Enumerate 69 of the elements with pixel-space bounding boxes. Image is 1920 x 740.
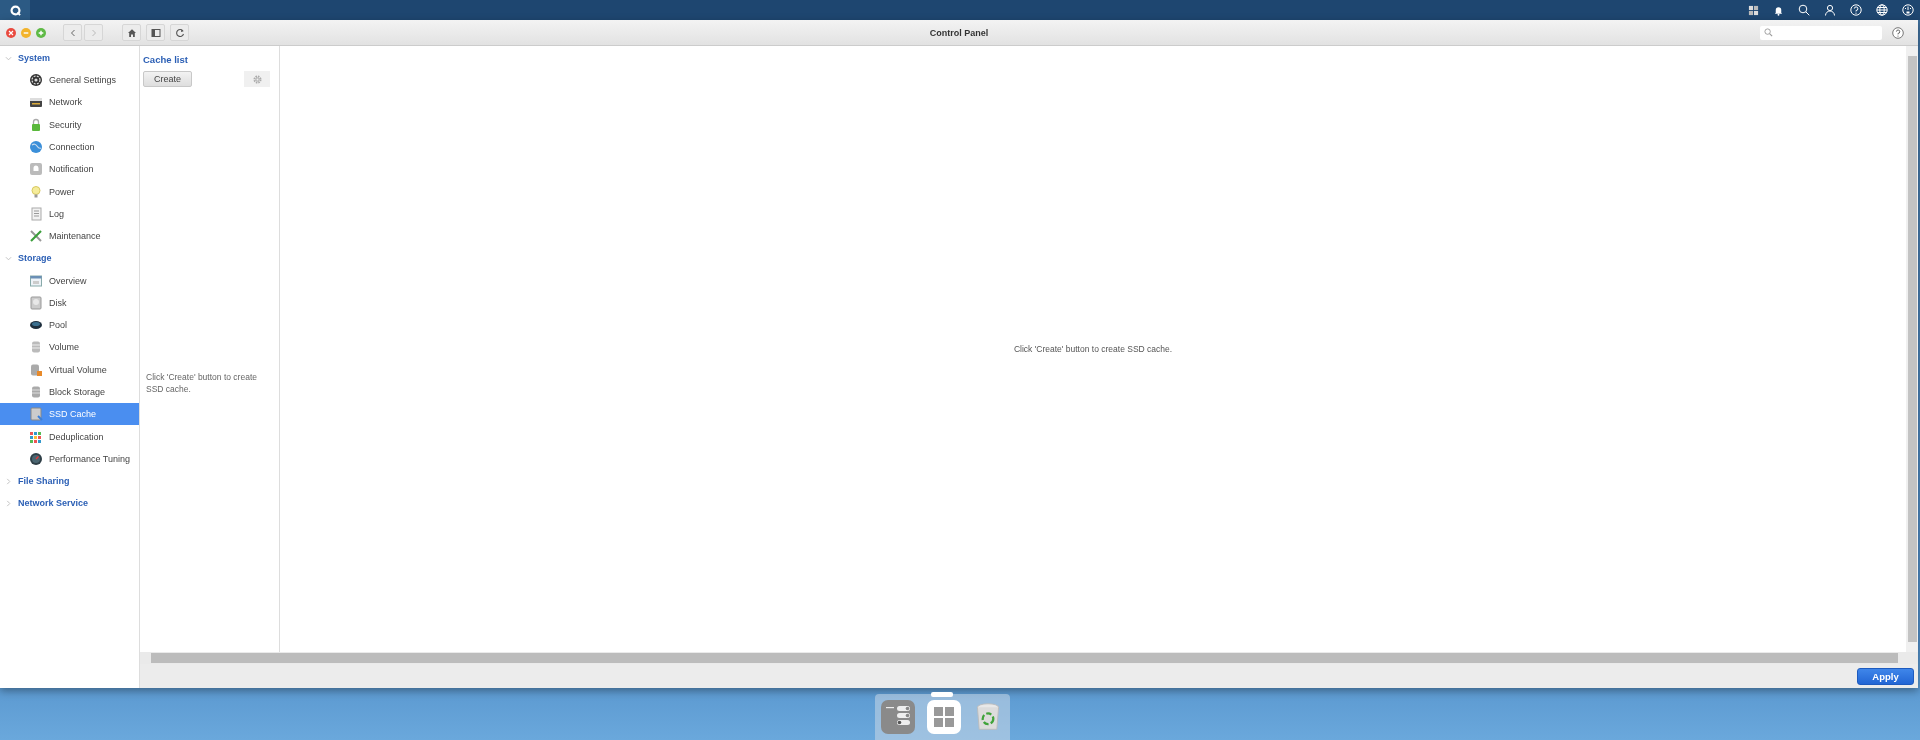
window-icon bbox=[29, 273, 43, 288]
sidebar-item[interactable]: Connection bbox=[0, 135, 139, 159]
maximize-icon[interactable] bbox=[36, 27, 46, 38]
network-device-icon bbox=[29, 95, 43, 110]
home-icon bbox=[126, 27, 137, 38]
toggle-switches-icon[interactable] bbox=[881, 700, 915, 734]
chevron-down-icon[interactable] bbox=[5, 54, 12, 62]
vertical-scrollbar[interactable] bbox=[1906, 46, 1918, 652]
sidebar-item[interactable]: Block Storage bbox=[0, 380, 139, 404]
sidebar-item[interactable]: Virtual Volume bbox=[0, 358, 139, 381]
apply-button[interactable]: Apply bbox=[1857, 667, 1914, 685]
database-icon bbox=[29, 340, 43, 355]
sidebar-item[interactable]: Disk bbox=[0, 291, 139, 314]
database-icon bbox=[29, 385, 43, 399]
document-icon bbox=[29, 206, 43, 221]
sidebar-item[interactable]: Deduplication bbox=[0, 425, 139, 448]
panel-title: Cache list bbox=[142, 53, 189, 65]
light-bulb-icon bbox=[29, 184, 43, 199]
sidebar-item[interactable]: Log bbox=[0, 202, 139, 226]
grid-app-icon[interactable] bbox=[927, 700, 961, 734]
chevron-down-icon[interactable] bbox=[5, 254, 12, 262]
globe-icon[interactable] bbox=[1876, 4, 1888, 16]
window-title: Control Panel bbox=[929, 27, 989, 38]
padlock-icon bbox=[29, 117, 43, 132]
search-icon bbox=[1764, 28, 1773, 37]
home-button[interactable] bbox=[122, 24, 141, 41]
sidebar-item[interactable]: Volume bbox=[0, 336, 139, 359]
logo-icon[interactable] bbox=[9, 4, 21, 16]
sidebar-item[interactable]: Notification bbox=[0, 158, 139, 181]
sidebar-toggle-button[interactable] bbox=[146, 24, 165, 41]
user-icon[interactable] bbox=[1824, 4, 1836, 16]
sidebar-section-label: Storage bbox=[18, 253, 52, 264]
chevron-right-icon[interactable] bbox=[5, 499, 12, 507]
search-icon[interactable] bbox=[1798, 4, 1810, 16]
database-icon bbox=[29, 362, 43, 377]
sidebar-item[interactable]: Network bbox=[0, 91, 139, 114]
tools-icon bbox=[29, 229, 43, 244]
minimize-icon[interactable] bbox=[21, 27, 31, 38]
sidebar-item[interactable]: Security bbox=[0, 113, 139, 136]
search-field[interactable] bbox=[1760, 25, 1882, 40]
sidebar-item[interactable]: Overview bbox=[0, 269, 139, 292]
close-icon[interactable] bbox=[6, 27, 16, 38]
refresh-icon bbox=[174, 27, 185, 38]
chevron-left-icon bbox=[68, 28, 77, 37]
color-blocks-icon bbox=[29, 429, 43, 444]
sidebar-item[interactable]: Performance Tuning bbox=[0, 447, 139, 471]
back-button[interactable] bbox=[63, 24, 82, 41]
dock-handle[interactable] bbox=[931, 692, 953, 697]
empty-message: Click 'Create' button to create SSD cache. bbox=[146, 371, 258, 395]
apps-grid-icon[interactable] bbox=[1748, 4, 1759, 16]
refresh-button[interactable] bbox=[170, 24, 189, 41]
sidebar-item[interactable]: Pool bbox=[0, 313, 139, 337]
empty-message: Click 'Create' button to create SSD cache. bbox=[1013, 344, 1173, 354]
sidebar-item[interactable]: Maintenance bbox=[0, 225, 139, 248]
sidebar-section-label: Network Service bbox=[18, 498, 89, 509]
gear-icon bbox=[251, 73, 263, 85]
horizontal-scrollbar[interactable] bbox=[140, 652, 1918, 664]
sidebar-item[interactable]: Power bbox=[0, 180, 139, 203]
globe-icon bbox=[29, 140, 43, 155]
settings-button[interactable] bbox=[244, 71, 270, 87]
create-button[interactable]: Create bbox=[143, 71, 192, 87]
chevron-right-icon bbox=[89, 28, 98, 37]
gear-icon bbox=[29, 73, 43, 88]
sidebar-section-label: System bbox=[18, 53, 51, 63]
sidebar-panel-icon bbox=[150, 27, 161, 38]
sidebar-section-label: File Sharing bbox=[18, 476, 70, 487]
chevron-right-icon[interactable] bbox=[5, 477, 12, 485]
ssd-icon bbox=[29, 407, 43, 422]
sidebar-item[interactable]: General Settings bbox=[0, 69, 139, 92]
